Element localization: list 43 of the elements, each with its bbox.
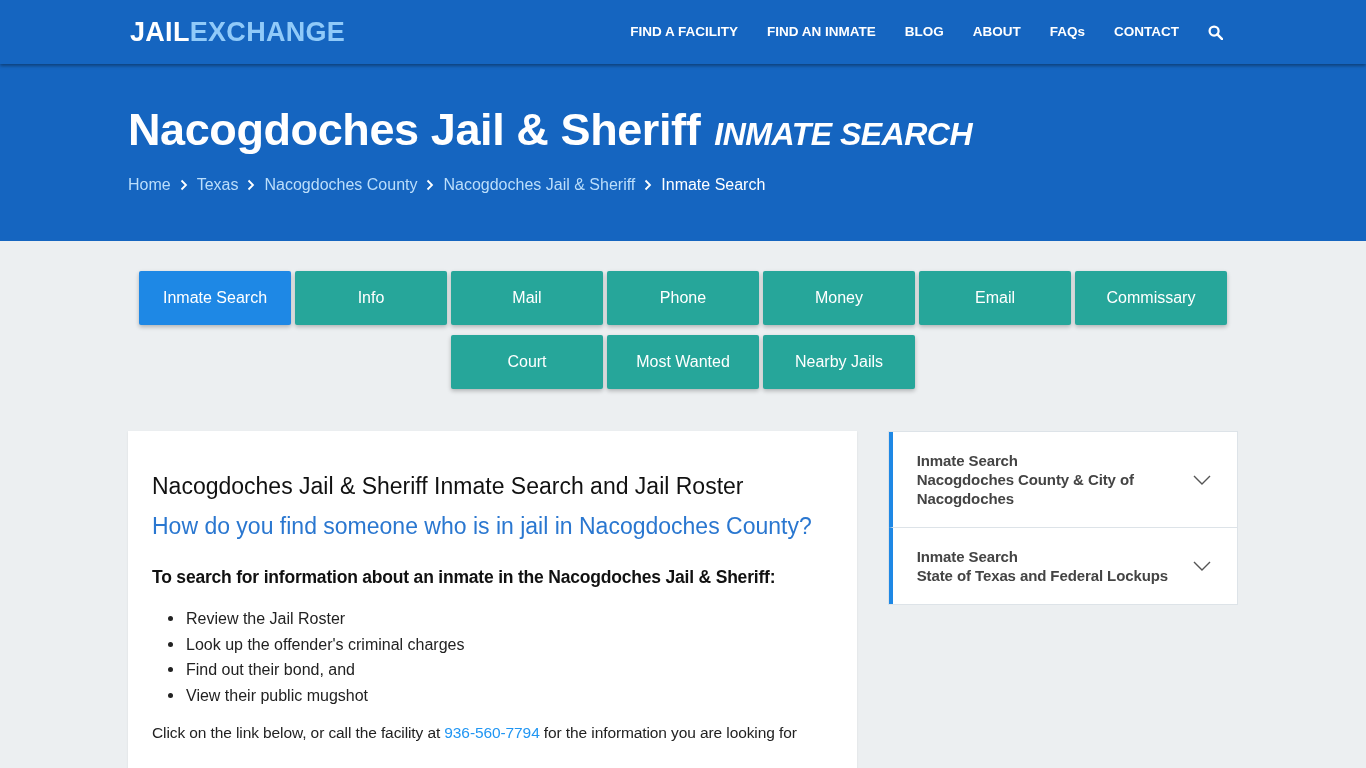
nav-tab[interactable]: Money (763, 271, 915, 325)
phone-link[interactable]: 936-560-7794 (444, 724, 540, 741)
nav-link[interactable]: BLOG (904, 23, 944, 41)
nav-tab[interactable]: Mail (451, 271, 603, 325)
breadcrumb-link[interactable]: Nacogdoches Jail & Sheriff (443, 175, 636, 195)
article-title: Nacogdoches Jail & Sheriff Inmate Search and Jail Roster (152, 472, 745, 501)
nav-tab[interactable]: Phone (607, 271, 759, 325)
chevron-right-icon (644, 179, 653, 191)
nav-tab[interactable]: Info (295, 271, 447, 325)
bullet-icon (168, 692, 173, 698)
nav-link[interactable]: CONTACT (1114, 23, 1179, 41)
list-item: Look up the offender's criminal charges (186, 634, 465, 655)
body-text: Click on the link below, or call the facility at 936-560-7794 for the information you are looking for (152, 723, 798, 743)
page-title: Nacogdoches Jail & Sheriff (128, 103, 701, 157)
page-subtitle: INMATE SEARCH (714, 115, 973, 154)
nav-tab[interactable]: Email (919, 271, 1071, 325)
site-logo[interactable]: JAILEXCHANGE (130, 16, 346, 48)
nav-link[interactable]: ABOUT (972, 23, 1021, 41)
accordion-header[interactable]: Inmate Search State of Texas and Federal Lockups (888, 527, 1237, 604)
breadcrumb-current[interactable]: Inmate Search (661, 175, 766, 195)
nav-tab[interactable]: Commissary (1075, 271, 1227, 325)
list-item: Find out their bond, and (186, 660, 355, 680)
nav-link[interactable]: FIND AN INMATE (767, 23, 876, 41)
search-icon[interactable] (1208, 24, 1223, 40)
chevron-right-icon (247, 179, 256, 191)
nav-tab[interactable]: Inmate Search (139, 271, 291, 325)
nav-tab[interactable]: Court (451, 335, 603, 389)
breadcrumb-link[interactable]: Nacogdoches County (264, 175, 418, 195)
question-heading: How do you find someone who is in jail in Nacogdoches County? (152, 512, 813, 541)
list-item: Review the Jail Roster (186, 609, 346, 629)
nav-tab[interactable]: Most Wanted (607, 335, 759, 389)
list-item: View their public mugshot (186, 685, 369, 706)
breadcrumb-link[interactable]: Texas (196, 175, 239, 195)
bullet-icon (168, 641, 173, 647)
breadcrumb-link[interactable]: Home (128, 175, 171, 195)
nav-link[interactable]: FAQs (1049, 23, 1085, 41)
intro-text: To search for information about an inmate in the Nacogdoches Jail & Sheriff: (152, 566, 777, 589)
chevron-right-icon (179, 179, 188, 191)
chevron-right-icon (426, 179, 435, 191)
nav-link[interactable]: FIND A FACILITY (630, 23, 738, 41)
bullet-icon (168, 667, 173, 673)
nav-tab[interactable]: Nearby Jails (763, 335, 915, 389)
bullet-icon (168, 616, 173, 622)
